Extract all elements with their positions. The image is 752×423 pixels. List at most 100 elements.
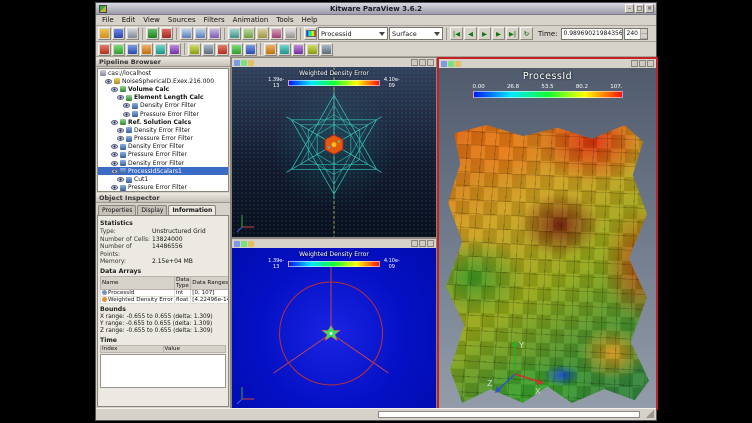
table-row[interactable]: ProcessId int [0, 107] — [101, 289, 230, 296]
pipeline-item[interactable]: Pressure Error Filter — [98, 135, 228, 143]
edit-color-map-button[interactable] — [304, 27, 317, 40]
extract-group-button[interactable] — [244, 43, 257, 56]
stream-tracer-button[interactable] — [202, 43, 215, 56]
camera-reset-icon[interactable] — [241, 60, 247, 66]
help-button[interactable] — [208, 27, 221, 40]
time-values-list[interactable] — [100, 354, 226, 388]
pipeline-item[interactable]: Volume Calc — [98, 85, 228, 93]
pipeline-item[interactable]: Element Length Calc — [98, 94, 228, 102]
pipeline-item[interactable]: Density Error Filter — [98, 126, 228, 134]
eye-icon[interactable] — [123, 112, 130, 117]
menu-tools[interactable]: Tools — [272, 16, 297, 24]
play-button[interactable]: ▶ — [478, 27, 491, 40]
eye-icon[interactable] — [111, 144, 118, 149]
eye-icon[interactable] — [111, 120, 118, 125]
eye-icon[interactable] — [111, 185, 118, 190]
process-id-scalars-button[interactable] — [264, 43, 277, 56]
render-viewport[interactable]: ProcessId 0.00 26.8 53.5 80.2 107. — [439, 68, 656, 408]
camera-reset-icon[interactable] — [448, 61, 454, 67]
save-screenshot-button[interactable] — [112, 27, 125, 40]
view-type-icon[interactable] — [441, 61, 447, 67]
slice-filter-button[interactable] — [140, 43, 153, 56]
eye-icon[interactable] — [111, 87, 118, 92]
calculator-filter-button[interactable] — [98, 43, 111, 56]
menu-view[interactable]: View — [139, 16, 164, 24]
pipeline-item[interactable]: Ref. Solution Calcs — [98, 118, 228, 126]
split-horizontal-icon[interactable] — [411, 240, 418, 247]
close-view-icon[interactable] — [427, 59, 434, 66]
integrate-variables-button[interactable] — [320, 43, 333, 56]
select-points-button[interactable] — [242, 27, 255, 40]
clip-filter-button[interactable] — [126, 43, 139, 56]
render-viewport[interactable]: Weighted Density Error 1.39e-13 4.10e-09 — [232, 248, 436, 409]
spinner-arrows-icon[interactable] — [640, 29, 647, 39]
interact-button[interactable] — [284, 27, 297, 40]
tab-display[interactable]: Display — [137, 205, 167, 215]
camera-settings-icon[interactable] — [248, 241, 254, 247]
eye-icon[interactable] — [111, 169, 118, 174]
table-row[interactable]: Weighted Density Error float [4.22496e-1… — [101, 296, 230, 303]
contour-filter-button[interactable] — [112, 43, 125, 56]
pipeline-item[interactable]: Density Error Filter — [98, 159, 228, 167]
menu-file[interactable]: File — [98, 16, 118, 24]
pipeline-item[interactable]: Density Error Filter — [98, 102, 228, 110]
eye-icon[interactable] — [111, 161, 118, 166]
open-file-button[interactable] — [98, 27, 111, 40]
menu-help[interactable]: Help — [298, 16, 322, 24]
eye-icon[interactable] — [117, 177, 124, 182]
title-bar[interactable]: Kitware ParaView 3.6.2 – □ × — [96, 3, 656, 15]
split-horizontal-icon[interactable] — [631, 60, 638, 67]
eye-icon[interactable] — [117, 95, 124, 100]
pipeline-item-selected[interactable]: ProcessIdScalars1 — [98, 167, 228, 175]
tab-information[interactable]: Information — [168, 205, 216, 215]
loop-button[interactable]: ↻ — [520, 27, 533, 40]
eye-icon[interactable] — [117, 136, 124, 141]
extract-subset-button[interactable] — [168, 43, 181, 56]
close-view-icon[interactable] — [427, 240, 434, 247]
group-datasets-button[interactable] — [230, 43, 243, 56]
menu-sources[interactable]: Sources — [164, 16, 200, 24]
eye-icon[interactable] — [105, 79, 112, 84]
select-cells-button[interactable] — [228, 27, 241, 40]
histogram-button[interactable] — [306, 43, 319, 56]
camera-settings-icon[interactable] — [248, 60, 254, 66]
split-vertical-icon[interactable] — [419, 59, 426, 66]
coloring-combobox[interactable]: Processid — [318, 27, 388, 40]
representation-combobox[interactable]: Surface — [389, 27, 443, 40]
eye-icon[interactable] — [111, 152, 118, 157]
probe-location-button[interactable] — [292, 43, 305, 56]
pipeline-item[interactable]: Pressure Error Filter — [98, 110, 228, 118]
view-type-icon[interactable] — [234, 60, 240, 66]
redo-button[interactable] — [194, 27, 207, 40]
rubber-band-select-button[interactable] — [270, 27, 283, 40]
camera-settings-icon[interactable] — [455, 61, 461, 67]
eye-icon[interactable] — [123, 103, 130, 108]
pipeline-item[interactable]: Density Error Filter — [98, 143, 228, 151]
render-viewport[interactable]: Weighted Density Error 1.39e-13 4.10e-09 — [232, 67, 436, 237]
camera-reset-icon[interactable] — [241, 241, 247, 247]
pipeline-item-server[interactable]: cas://localhost — [98, 69, 228, 77]
menu-edit[interactable]: Edit — [118, 16, 140, 24]
time-input[interactable]: 0.98969021984356 — [561, 28, 623, 40]
pipeline-item[interactable]: Pressure Error Filter — [98, 151, 228, 159]
view-type-icon[interactable] — [234, 241, 240, 247]
menu-filters[interactable]: Filters — [200, 16, 229, 24]
first-frame-button[interactable]: |◀ — [450, 27, 463, 40]
resize-grip-icon[interactable] — [646, 410, 654, 418]
disconnect-server-button[interactable] — [160, 27, 173, 40]
pipeline-item-reader[interactable]: NoiseSphericalD.Exex.216.000 — [98, 77, 228, 85]
close-view-icon[interactable] — [647, 60, 654, 67]
last-frame-button[interactable]: ▶| — [506, 27, 519, 40]
next-frame-button[interactable]: ▶ — [492, 27, 505, 40]
connect-server-button[interactable] — [146, 27, 159, 40]
pipeline-item[interactable]: Pressure Error Filter — [98, 184, 228, 192]
frame-spinner[interactable]: 240 — [624, 28, 648, 40]
split-horizontal-icon[interactable] — [411, 59, 418, 66]
undo-button[interactable] — [180, 27, 193, 40]
tab-properties[interactable]: Properties — [98, 205, 136, 215]
pipeline-item[interactable]: Cut1 — [98, 175, 228, 183]
split-vertical-icon[interactable] — [639, 60, 646, 67]
split-vertical-icon[interactable] — [419, 240, 426, 247]
threshold-filter-button[interactable] — [154, 43, 167, 56]
plot-over-line-button[interactable] — [278, 43, 291, 56]
